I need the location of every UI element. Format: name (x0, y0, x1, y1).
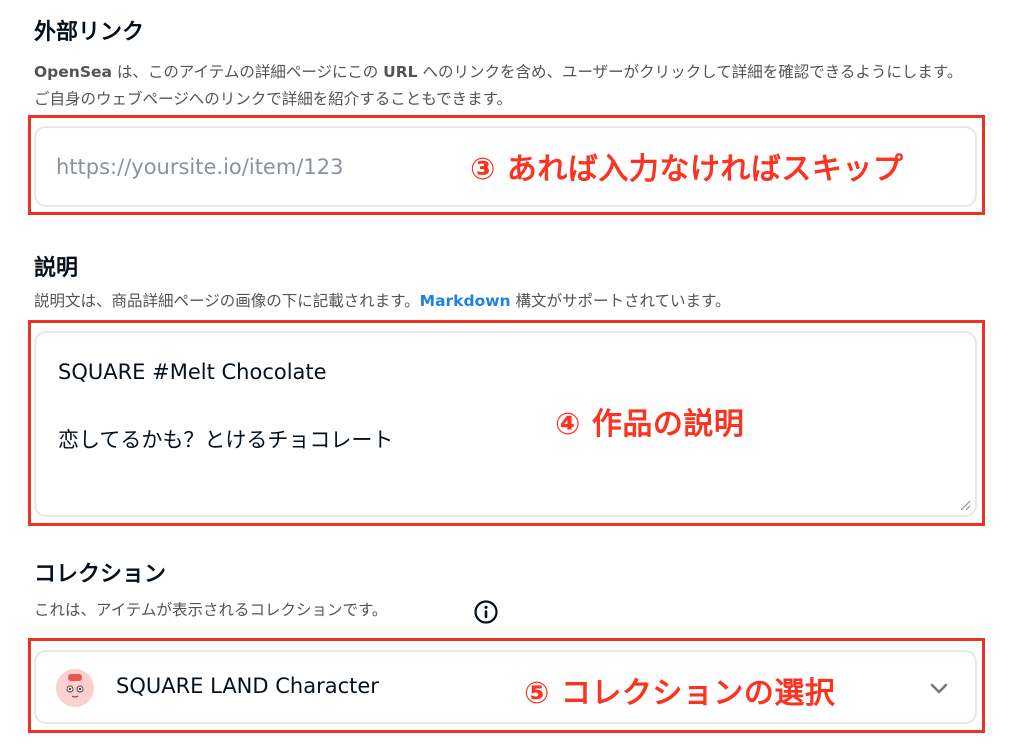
description-title: 説明 (34, 256, 79, 281)
description-blank-line (58, 389, 393, 423)
description-textarea[interactable]: SQUARE #Melt Chocolate 恋してるかも？とけるチョコレート (34, 331, 977, 517)
collection-description: これは、アイテムが表示されるコレクションです。 (34, 601, 388, 619)
markdown-link[interactable]: Markdown (420, 292, 511, 310)
annotation-step-3: ③ あれば入力なければスキップ (470, 152, 904, 187)
collection-select[interactable]: SQUARE LAND Character (34, 650, 977, 724)
collection-title: コレクション (34, 562, 167, 587)
description-help-part1: 説明文は、商品詳細ページの画像の下に記載されます。 (34, 292, 420, 310)
description-help-part2: 構文がサポートされています。 (510, 292, 731, 310)
annotation-step-4: ④ 作品の説明 (555, 407, 745, 442)
page: 外部リンク OpenSea は、このアイテムの詳細ページにこの URL へのリン… (0, 0, 1024, 752)
resize-handle-icon[interactable] (959, 499, 971, 511)
description-help: 説明文は、商品詳細ページの画像の下に記載されます。Markdown 構文がサポー… (34, 288, 974, 315)
description-line-1: SQUARE #Melt Chocolate (58, 360, 327, 384)
collection-avatar (56, 669, 94, 707)
description-textarea-content: SQUARE #Melt Chocolate 恋してるかも？とけるチョコレート (58, 355, 393, 457)
chevron-down-icon[interactable] (929, 678, 949, 698)
external-link-title: 外部リンク (34, 20, 145, 45)
external-link-brand: OpenSea (34, 63, 112, 81)
description-line-2: 恋してるかも？とけるチョコレート (58, 428, 394, 452)
collection-selected-value: SQUARE LAND Character (116, 674, 379, 698)
external-link-url-word: URL (383, 63, 418, 81)
external-link-desc-part1: は、このアイテムの詳細ページにこの (111, 63, 384, 81)
character-face-icon (56, 669, 94, 707)
annotation-step-5: ⑤ コレクションの選択 (524, 676, 836, 711)
external-link-description: OpenSea は、このアイテムの詳細ページにこの URL へのリンクを含め、ユ… (34, 59, 974, 113)
info-icon[interactable] (473, 599, 499, 625)
